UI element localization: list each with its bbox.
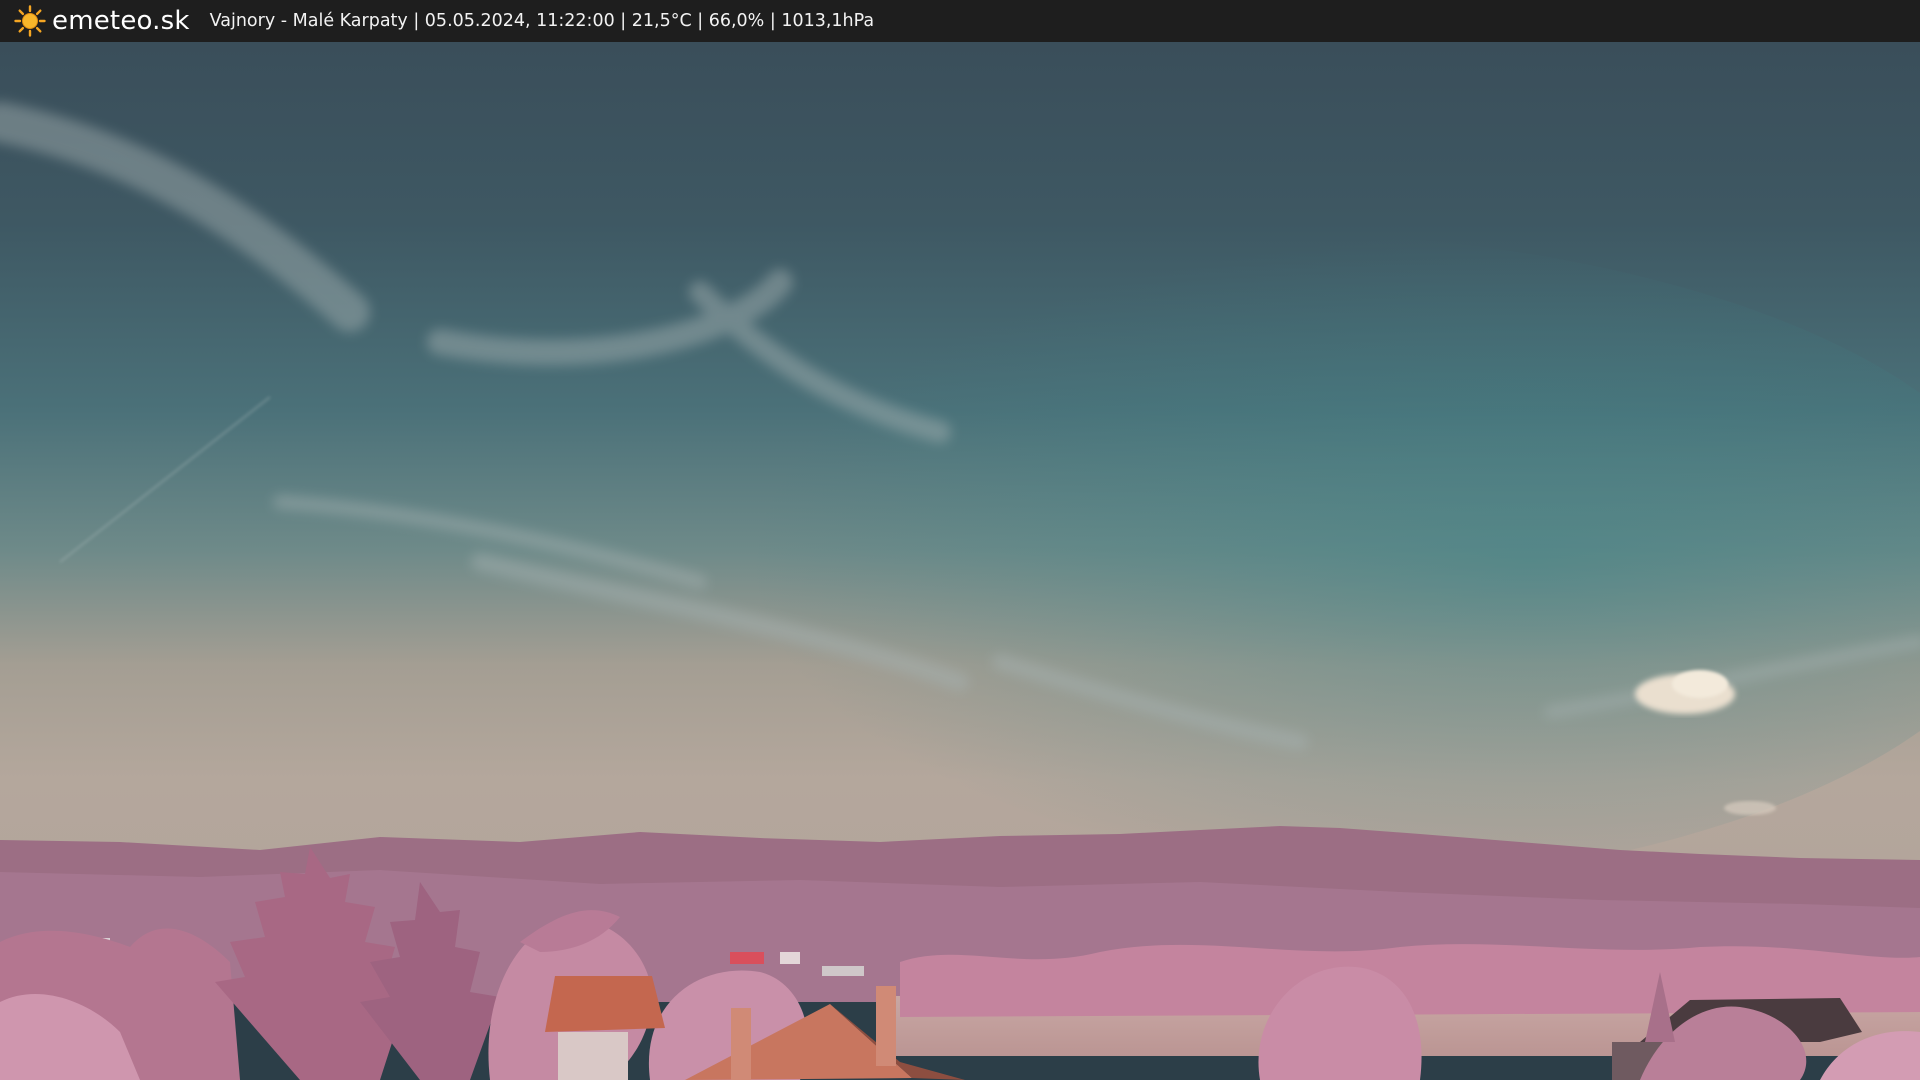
brand-name: emeteo.sk [52, 6, 190, 36]
top-bar: emeteo.sk Vajnory - Malé Karpaty | 05.05… [0, 0, 1920, 42]
weather-readout: Vajnory - Malé Karpaty | 05.05.2024, 11:… [209, 11, 875, 31]
webcam-image [0, 42, 1920, 1080]
sun-icon [14, 5, 46, 37]
logo[interactable]: emeteo.sk [14, 5, 190, 37]
